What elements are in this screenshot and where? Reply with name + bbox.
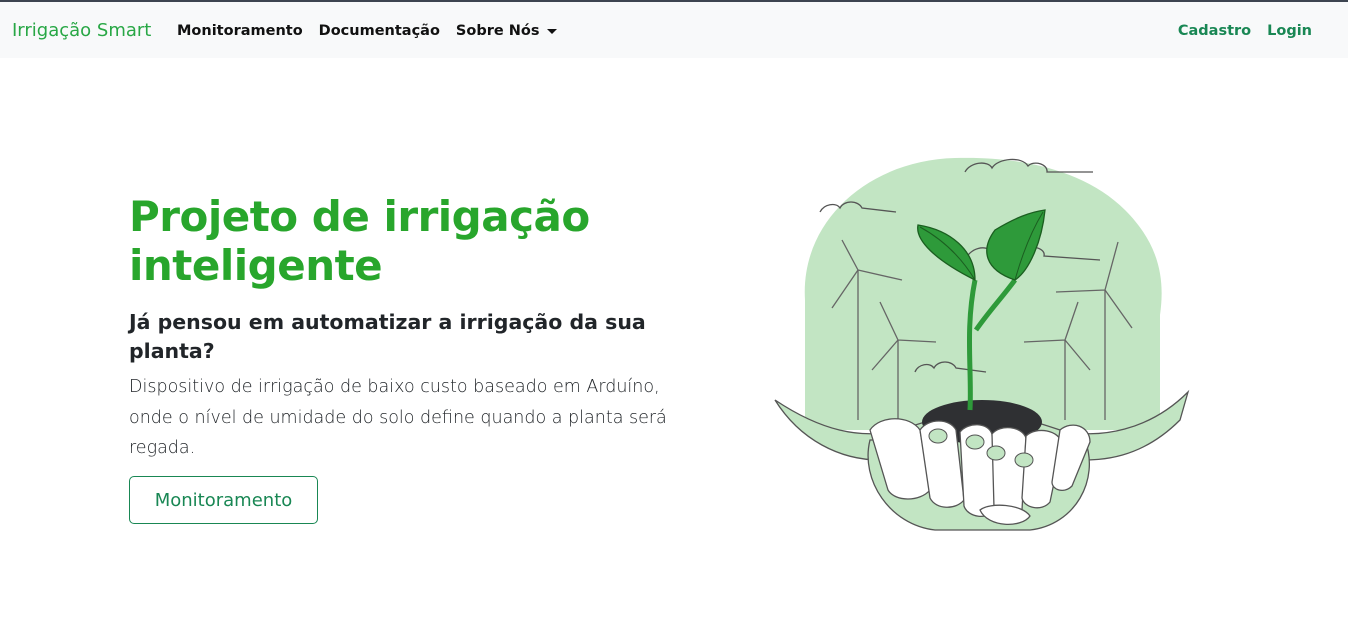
navbar: Irrigação Smart Monitoramento Documentaç…	[0, 0, 1348, 58]
hero-description: Dispositivo de irrigação de baixo custo …	[129, 377, 667, 458]
nav-link-documentacao[interactable]: Documentação	[319, 23, 440, 39]
nav-left-links: Monitoramento Documentação Sobre Nós	[177, 23, 558, 39]
hero-title-line2: inteligente	[129, 241, 383, 290]
nav-right-links: Cadastro Login	[1178, 23, 1312, 39]
hero-title-line1: Projeto de irrigação	[129, 192, 590, 241]
nav-link-cadastro[interactable]: Cadastro	[1178, 23, 1251, 39]
hero-title: Projeto de irrigação inteligente	[129, 192, 689, 290]
nav-link-login[interactable]: Login	[1267, 23, 1312, 39]
plant-in-hands-illustration	[774, 157, 1190, 531]
nav-link-monitoramento[interactable]: Monitoramento	[177, 23, 303, 39]
nav-dropdown-sobre-nos[interactable]: Sobre Nós	[456, 23, 558, 39]
nav-dropdown-label: Sobre Nós	[455, 23, 540, 39]
monitoramento-button[interactable]: Monitoramento	[129, 476, 318, 524]
caret-down-icon	[547, 28, 558, 34]
brand-logo[interactable]: Irrigação Smart	[12, 20, 151, 41]
hero-subtitle: Já pensou em automatizar a irrigação da …	[129, 310, 646, 363]
